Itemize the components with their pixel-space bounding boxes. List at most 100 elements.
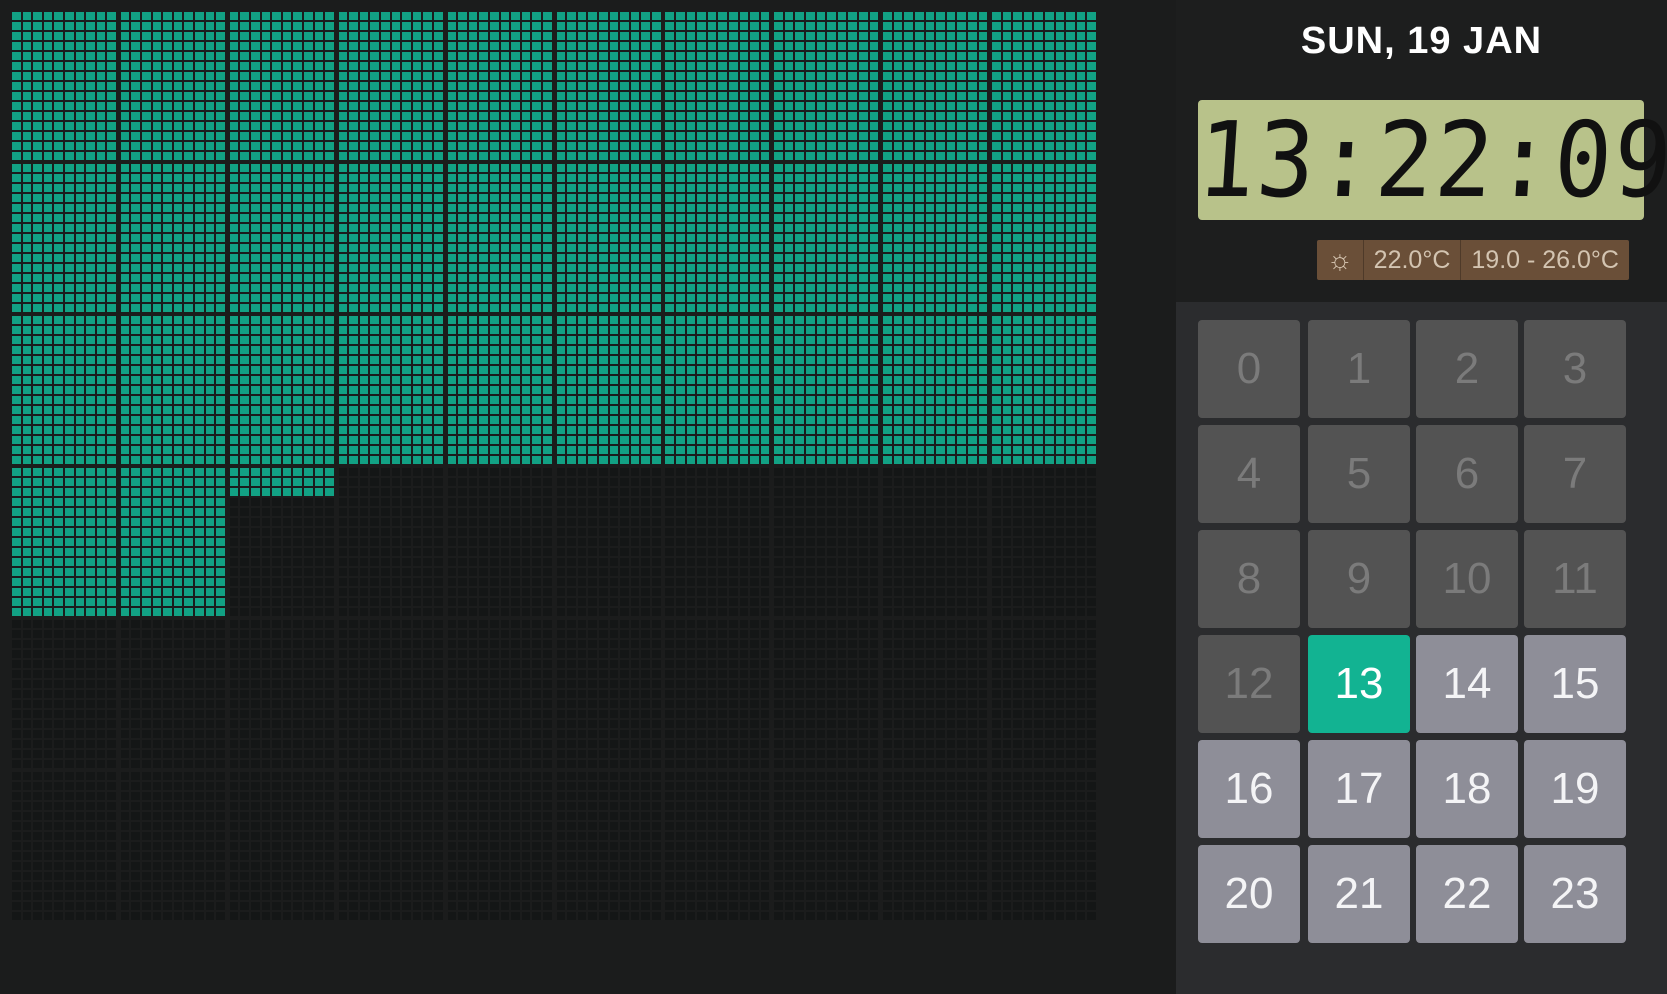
grid-cell [173, 92, 183, 100]
grid-cell [806, 304, 815, 312]
grid-cell [500, 224, 510, 232]
grid-cell [630, 336, 640, 344]
grid-cell [904, 244, 913, 252]
grid-cell [697, 122, 706, 130]
grid-cell [261, 142, 271, 150]
grid-cell [869, 102, 879, 110]
grid-cell [697, 274, 706, 282]
grid-cell [75, 92, 85, 100]
grid-cell [893, 32, 903, 40]
grid-cell [598, 446, 608, 454]
grid-cell [391, 416, 401, 424]
grid-cell [1087, 152, 1097, 160]
grid-cell [216, 568, 225, 576]
grid-cell [728, 224, 738, 232]
grid-cell [978, 446, 988, 454]
grid-cell [240, 386, 249, 394]
grid-cell [967, 244, 977, 252]
grid-cell [511, 356, 520, 364]
grid-cell [22, 426, 32, 434]
grid-cell [293, 426, 302, 434]
grid-cell [1055, 22, 1065, 30]
grid-cell [349, 82, 358, 90]
grid-cell [750, 42, 759, 50]
grid-cell [173, 304, 183, 312]
grid-cell [107, 152, 116, 160]
grid-cell [620, 102, 629, 110]
grid-cell [630, 274, 640, 282]
grid-cell [598, 264, 608, 272]
grid-cell [883, 22, 892, 30]
grid-cell [1034, 132, 1044, 140]
grid-cell [131, 436, 141, 444]
grid-cell [869, 234, 879, 242]
grid-cell [131, 366, 141, 374]
grid-block [229, 164, 334, 312]
grid-cell [651, 264, 661, 272]
grid-cell [893, 12, 903, 20]
grid-cell [1066, 436, 1075, 444]
grid-cell [542, 22, 552, 30]
grid-cell [1066, 294, 1075, 302]
grid-cell [1034, 194, 1044, 202]
grid-cell [869, 174, 879, 182]
grid-cell [86, 12, 95, 20]
grid-cell [391, 62, 401, 70]
grid-cell [620, 132, 629, 140]
grid-cell [1013, 12, 1022, 20]
grid-cell [1045, 376, 1054, 384]
grid-cell [651, 164, 661, 172]
grid-cell [447, 194, 457, 202]
grid-cell [272, 304, 281, 312]
grid-cell [107, 406, 116, 414]
grid-cell [468, 336, 478, 344]
grid-cell [511, 304, 520, 312]
grid-cell [774, 112, 783, 120]
grid-cell [1034, 456, 1044, 464]
grid-cell [511, 152, 520, 160]
grid-cell [992, 72, 1001, 80]
grid-cell [816, 184, 826, 192]
grid-cell [423, 376, 433, 384]
grid-cell [22, 336, 32, 344]
grid-cell [250, 184, 260, 192]
grid-cell [229, 32, 239, 40]
grid-cell [978, 12, 988, 20]
grid-cell [904, 82, 913, 90]
grid-cell [816, 456, 826, 464]
grid-cell [86, 274, 95, 282]
grid-cell [107, 132, 116, 140]
grid-cell [784, 426, 794, 434]
grid-cell [434, 224, 443, 232]
grid-cell [1023, 72, 1033, 80]
grid-cell [883, 184, 892, 192]
grid-cell [65, 22, 74, 30]
grid-cell [250, 316, 260, 324]
grid-cell [556, 92, 566, 100]
grid-cell [936, 456, 945, 464]
grid-cell [816, 284, 826, 292]
grid-cell [1013, 436, 1022, 444]
grid-cell [412, 356, 422, 364]
grid-cell [205, 366, 215, 374]
grid-cell [272, 244, 281, 252]
grid-cell [784, 254, 794, 262]
grid-cell [816, 32, 826, 40]
grid-cell [163, 426, 172, 434]
grid-cell [859, 326, 868, 334]
grid-cell [22, 122, 32, 130]
grid-cell [216, 184, 225, 192]
grid-cell [107, 396, 116, 404]
grid-cell [630, 254, 640, 262]
grid-cell [651, 254, 661, 262]
grid-cell [978, 376, 988, 384]
grid-cell [12, 548, 21, 556]
grid-cell [325, 142, 334, 150]
grid-cell [325, 194, 334, 202]
grid-cell [532, 194, 541, 202]
grid-cell [936, 132, 945, 140]
grid-cell [774, 376, 783, 384]
grid-cell [359, 346, 369, 354]
grid-cell [1076, 274, 1086, 282]
grid-cell [1023, 366, 1033, 374]
